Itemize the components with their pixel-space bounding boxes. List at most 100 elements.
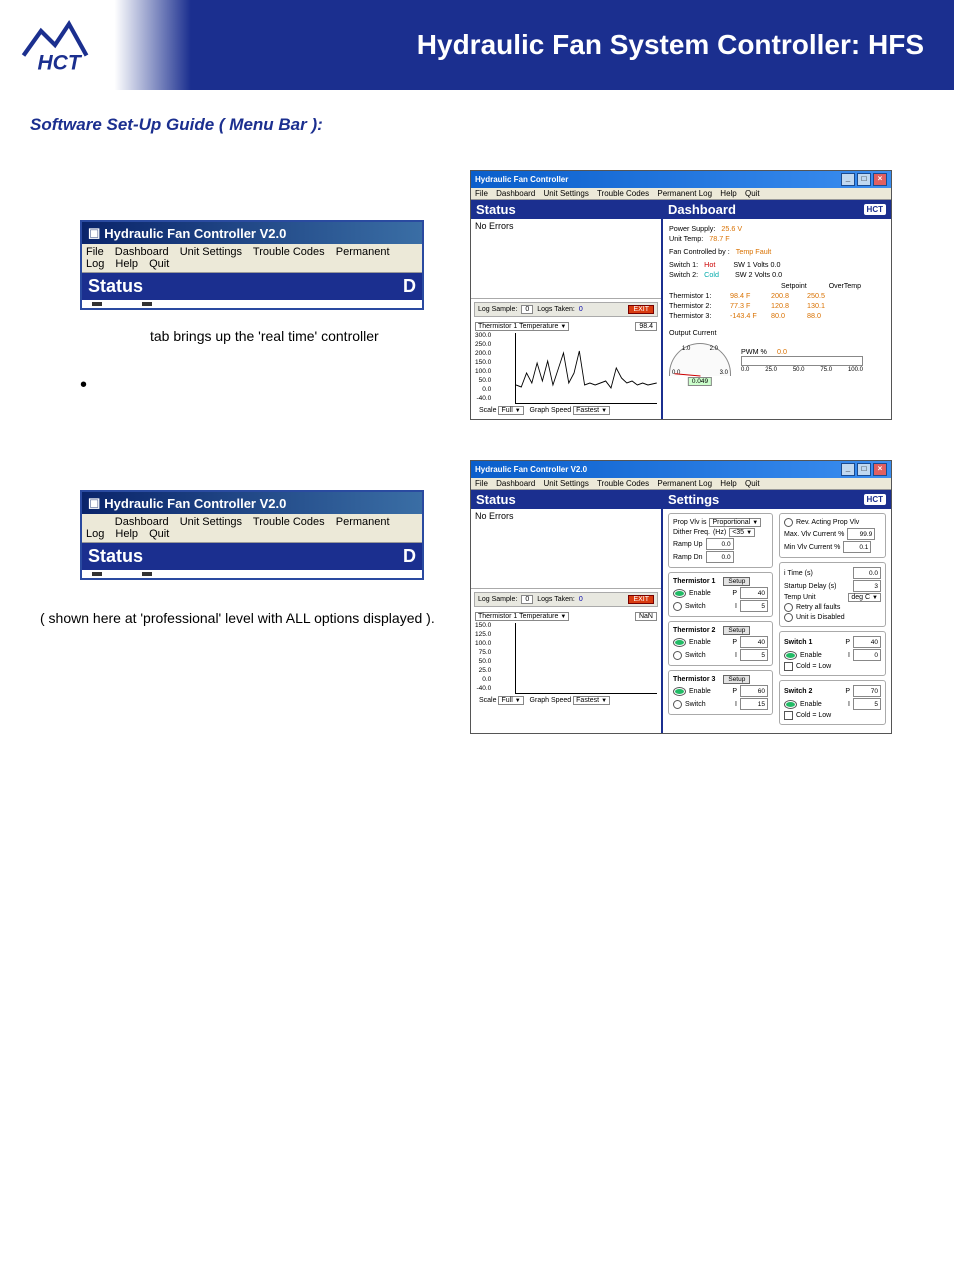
menu-help[interactable]: Help [720,479,736,488]
menu-trouble-codes[interactable]: Trouble Codes [253,516,325,528]
sw2-cold-low-check[interactable] [784,711,793,720]
max-vlv-input[interactable]: 99.9 [847,528,875,540]
rev-acting-radio[interactable] [784,518,793,527]
menu-quit[interactable]: Quit [745,189,760,198]
graph-speed-dropdown[interactable]: Fastest▼ [573,406,610,415]
thermistor-dropdown-2[interactable]: Thermistor 1 Temperature▼ [475,612,569,621]
therm3-setup-button[interactable]: Setup [723,675,750,684]
mini-status-label-2: Status [88,546,143,567]
therm3-enable-radio[interactable] [673,687,686,696]
close-button[interactable]: × [873,463,887,476]
gauge-readout: 0.049 [688,377,712,386]
prop-vlv-dropdown[interactable]: Proportional▼ [709,518,761,527]
therm2-p-input[interactable]: 40 [740,636,768,648]
i-time-input[interactable]: 0.0 [853,567,881,579]
no-errors-text: No Errors [475,221,514,231]
log-sample-value-2[interactable]: 0 [521,595,533,604]
menu-unit-settings[interactable]: Unit Settings [544,479,589,488]
menu-quit[interactable]: Quit [149,258,169,270]
switch1-state: Hot [704,260,715,269]
mini-body-strip-2 [82,570,422,578]
temp-unit-dropdown[interactable]: deg C▼ [848,593,881,602]
menu-unit-settings[interactable]: Unit Settings [544,189,589,198]
unit-disabled-radio[interactable] [784,613,793,622]
mini-window-dashboard: ▣ Hydraulic Fan Controller V2.0 File Das… [80,220,424,310]
menu-trouble-codes[interactable]: Trouble Codes [597,189,649,198]
unit-disabled-label: Unit is Disabled [796,614,845,621]
scale-dropdown-2[interactable]: Full▼ [498,696,523,705]
min-vlv-input[interactable]: 0.1 [843,541,871,553]
log-sample-value[interactable]: 0 [521,305,533,314]
menu-trouble-codes[interactable]: Trouble Codes [253,246,325,258]
menu-file[interactable]: File [475,189,488,198]
menu-permanent-log[interactable]: Permanent Log [657,189,712,198]
therm1-setpoint: 200.8 [771,291,801,300]
output-current-label: Output Current [669,328,885,337]
ramp-up-input[interactable]: 0.0 [706,538,734,550]
ramp-dn-input[interactable]: 0.0 [706,551,734,563]
sw1-i-input[interactable]: 0 [853,649,881,661]
therm2-i-input[interactable]: 5 [740,649,768,661]
menu-dashboard[interactable]: Dashboard [496,479,535,488]
sw2-i-input[interactable]: 5 [853,698,881,710]
exit-button-2[interactable]: EXIT [628,595,654,604]
sw2-enable-radio[interactable] [784,700,797,709]
therm2-enable-radio[interactable] [673,638,686,647]
menu-help[interactable]: Help [720,189,736,198]
therm1-setup-button[interactable]: Setup [723,577,750,586]
sw1-enable-radio[interactable] [784,651,797,660]
menu-dashboard[interactable]: Dashboard [115,246,169,258]
section-subtitle: Software Set-Up Guide ( Menu Bar ): [0,90,954,145]
sw1-p-input[interactable]: 40 [853,636,881,648]
therm1-p-input[interactable]: 40 [740,587,768,599]
pwm-value: 0.0 [777,347,787,356]
therm1-enable-radio[interactable] [673,589,686,598]
dither-dropdown[interactable]: <35▼ [729,528,755,537]
therm3-i-input[interactable]: 15 [740,698,768,710]
scale-dropdown[interactable]: Full▼ [498,406,523,415]
mini-window-titlebar-2: ▣ Hydraulic Fan Controller V2.0 [82,492,422,514]
minimize-button[interactable]: _ [841,463,855,476]
graph-speed-dropdown-2[interactable]: Fastest▼ [573,696,610,705]
therm1-switch-radio[interactable] [673,602,682,611]
status-panel-header: Status [471,200,661,219]
max-vlv-label: Max. Vlv Current % [784,531,844,538]
mini-status-strip-2: Status D [82,543,422,570]
therm3-p-input[interactable]: 60 [740,685,768,697]
menu-quit[interactable]: Quit [149,528,169,540]
logs-taken-value-2: 0 [579,596,583,603]
menu-file[interactable]: File [86,246,104,258]
menu-file[interactable]: File [475,479,488,488]
hct-mini-icon: ▣ [88,495,100,511]
menu-trouble-codes[interactable]: Trouble Codes [597,479,649,488]
maximize-button[interactable]: □ [857,173,871,186]
menu-unit-settings[interactable]: Unit Settings [180,246,242,258]
startup-delay-label: Startup Delay (s) [784,583,837,590]
maximize-button[interactable]: □ [857,463,871,476]
thermistor-dropdown[interactable]: Thermistor 1 Temperature▼ [475,322,569,331]
menu-help[interactable]: Help [115,258,138,270]
sw1-cold-low-check[interactable] [784,662,793,671]
menu-dashboard[interactable]: Dashboard [496,189,535,198]
therm1-i-input[interactable]: 5 [740,600,768,612]
sw2-p-input[interactable]: 70 [853,685,881,697]
i-time-label: i Time (s) [784,570,813,577]
startup-delay-input[interactable]: 3 [853,580,881,592]
menu-dashboard[interactable]: Dashboard [115,516,169,528]
close-button[interactable]: × [873,173,887,186]
menu-help[interactable]: Help [115,528,138,540]
therm2-switch-radio[interactable] [673,651,682,660]
therm2-setup-button[interactable]: Setup [723,626,750,635]
retry-faults-radio[interactable] [784,603,793,612]
dither-label: Dither Freq. [673,529,710,536]
log-strip: Log Sample: 0 Logs Taken: 0 EXIT [474,302,658,317]
therm3-switch-radio[interactable] [673,700,682,709]
minimize-button[interactable]: _ [841,173,855,186]
pwm-label: PWM % [741,347,767,356]
menu-unit-settings[interactable]: Unit Settings [180,516,242,528]
menu-permanent-log[interactable]: Permanent Log [657,479,712,488]
logs-taken-value: 0 [579,306,583,313]
pwm-ticks: 0.0 25.0 50.0 75.0 100.0 [741,367,863,373]
exit-button[interactable]: EXIT [628,305,654,314]
menu-quit[interactable]: Quit [745,479,760,488]
